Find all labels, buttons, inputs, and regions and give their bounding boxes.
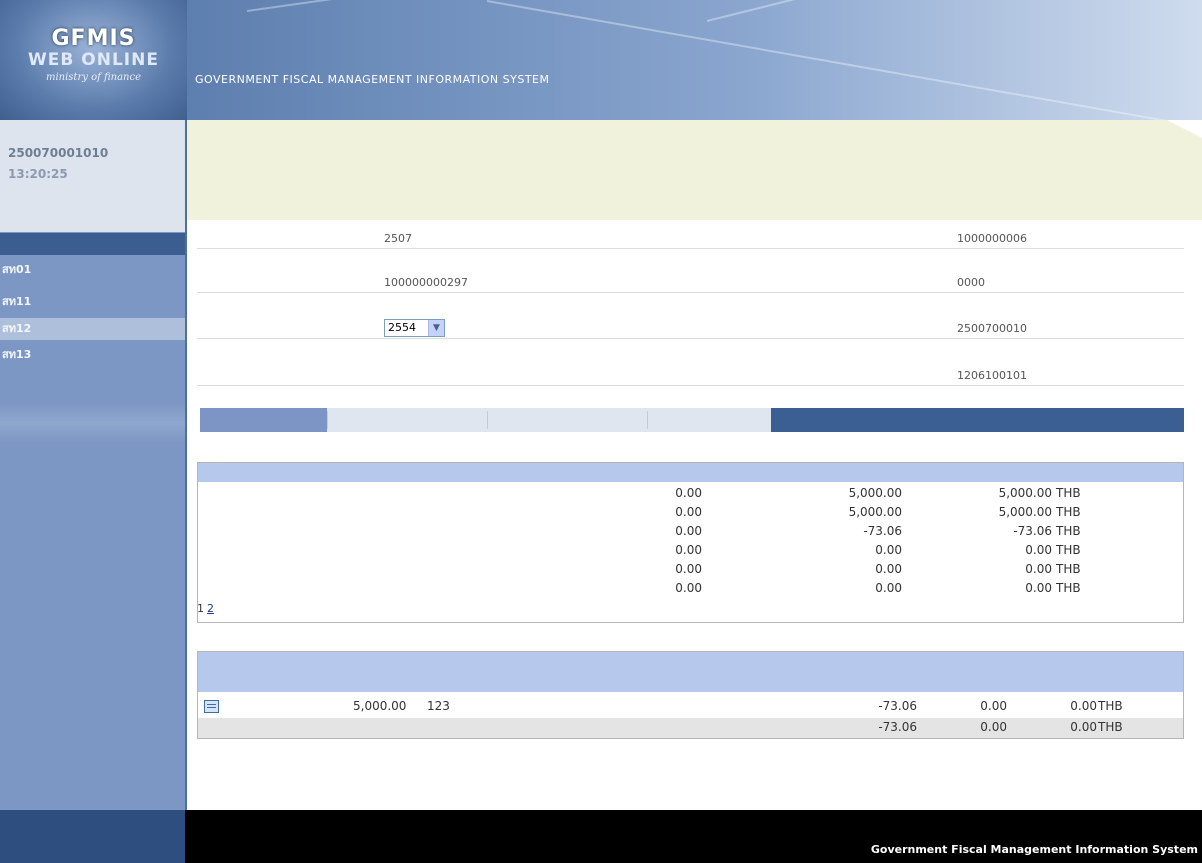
logo-text-gfmis: GFMIS: [51, 26, 136, 51]
row-currency: THB: [1056, 543, 1081, 557]
row-currency: THB: [1098, 699, 1123, 713]
tab-separator: [647, 411, 648, 429]
menu-item-sth11[interactable]: สท11: [0, 292, 185, 310]
left-sidebar: 250070001010 13:20:25 สท01 สท11 สท12 สท1…: [0, 120, 185, 810]
form-divider: [197, 248, 1184, 249]
chevron-down-icon[interactable]: ▼: [428, 320, 444, 336]
row-start: 0.00: [675, 524, 702, 538]
menu-heading: [0, 233, 185, 255]
logo-text-ministry: ministry of finance: [45, 72, 141, 83]
cost-center-value: 2500700010: [957, 322, 1027, 335]
menu-code: สท11: [2, 295, 32, 308]
logo-text-web-online: WEB ONLINE: [28, 50, 159, 70]
row-dep-year: 0.00: [1070, 699, 1097, 713]
row-start: 0.00: [675, 543, 702, 557]
sum-dep-year: 0.00: [1070, 720, 1097, 734]
row-amount: 5,000.00: [353, 699, 407, 713]
pager-page-2[interactable]: 2: [207, 602, 214, 615]
tab-separator: [487, 411, 488, 429]
row-change: 0.00: [875, 581, 902, 595]
row-currency: THB: [1056, 562, 1081, 576]
row-start: 0.00: [675, 486, 702, 500]
row-currency: THB: [1056, 581, 1081, 595]
document-icon[interactable]: [204, 700, 219, 713]
form-divider: [197, 338, 1184, 339]
row-start: 0.00: [675, 505, 702, 519]
sum-dep-txn: -73.06: [878, 720, 917, 734]
row-end: 5,000.00: [998, 486, 1052, 500]
footer-left-panel: [0, 810, 185, 863]
header-background: [187, 0, 1202, 120]
row-start: 0.00: [675, 562, 702, 576]
form-divider: [197, 385, 1184, 386]
menu-code: สท13: [2, 348, 32, 361]
row-change: 0.00: [875, 562, 902, 576]
menu-item-sth01[interactable]: สท01: [0, 260, 185, 278]
pager-current: 1: [197, 602, 204, 615]
main-asset-value: 100000000297: [384, 276, 468, 289]
row-currency: THB: [1056, 505, 1081, 519]
user-id-value: 250070001010: [8, 146, 109, 160]
row-currency: THB: [1056, 486, 1081, 500]
back-home-background: [0, 403, 185, 443]
sum-currency: THB: [1098, 720, 1123, 734]
row-end: 0.00: [1025, 543, 1052, 557]
fiscal-year-select[interactable]: 2554 ▼: [384, 319, 445, 337]
fiscal-year-value: 2554: [388, 321, 416, 334]
main-content: 2507 1000000006 100000000297 0000 2554 ▼…: [187, 120, 1202, 810]
row-change: 5,000.00: [848, 486, 902, 500]
tab-separator: [327, 411, 328, 429]
login-time: 13:20:25: [8, 167, 68, 181]
login-time-value: 13:20:25: [8, 167, 68, 181]
user-info-box: 250070001010 13:20:25: [0, 120, 185, 232]
user-id: 250070001010: [8, 146, 108, 160]
tab-active-background: [200, 408, 327, 432]
row-change: 5,000.00: [848, 505, 902, 519]
seller-value: 1000000006: [957, 232, 1027, 245]
info-bar-corner: [1167, 120, 1202, 138]
row-end: 5,000.00: [998, 505, 1052, 519]
row-start: 0.00: [675, 581, 702, 595]
row-end: 0.00: [1025, 562, 1052, 576]
menu-code: สท12: [2, 322, 32, 335]
agency-code-value: 2507: [384, 232, 412, 245]
menu-item-sth13[interactable]: สท13: [0, 348, 185, 361]
system-title-english: GOVERNMENT FISCAL MANAGEMENT INFORMATION…: [195, 73, 550, 86]
row-dep-txn: -73.06: [878, 699, 917, 713]
menu-item-sth12[interactable]: สท12: [0, 318, 185, 340]
row-change: -73.06: [863, 524, 902, 538]
form-divider: [197, 292, 1184, 293]
account-value: 1206100101: [957, 369, 1027, 382]
row-dep-accum: 0.00: [980, 699, 1007, 713]
gfmis-logo: GFMIS WEB ONLINE ministry of finance: [0, 0, 187, 120]
sum-dep-accum: 0.00: [980, 720, 1007, 734]
row-type: 123: [427, 699, 450, 713]
row-end: -73.06: [1013, 524, 1052, 538]
info-bar: [187, 120, 1202, 220]
row-end: 0.00: [1025, 581, 1052, 595]
row-currency: THB: [1056, 524, 1081, 538]
row-change: 0.00: [875, 543, 902, 557]
footer-title-english: Government Fiscal Management Information…: [870, 843, 1198, 856]
sub-asset-value: 0000: [957, 276, 985, 289]
menu-code: สท01: [2, 263, 32, 276]
